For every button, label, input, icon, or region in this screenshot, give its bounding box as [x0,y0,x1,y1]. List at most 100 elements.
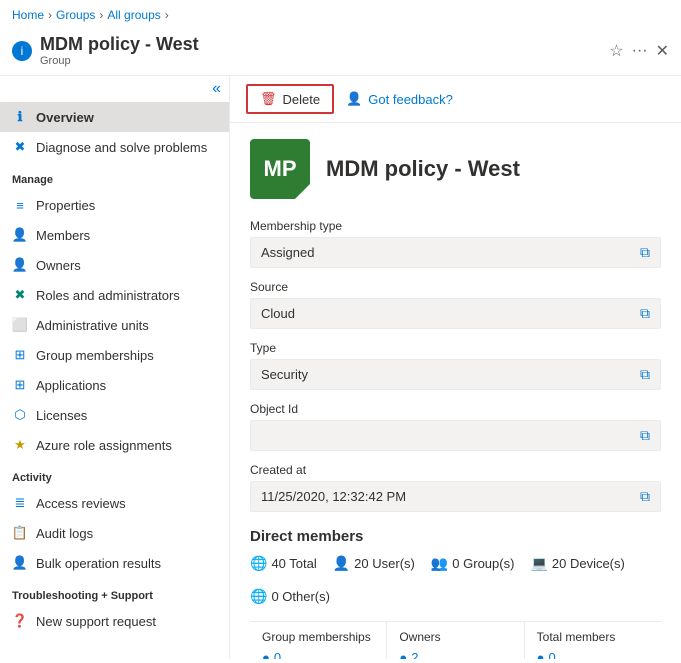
sidebar-item-overview[interactable]: ℹ Overview [0,102,229,132]
field-label-membership-type: Membership type [250,219,661,233]
feedback-button[interactable]: 👤 Got feedback? [346,91,453,107]
field-label-created-at: Created at [250,463,661,477]
licenses-icon: ⬡ [12,407,28,423]
others-stat-icon: 🌐 [250,588,267,605]
stat-total-label: 40 Total [271,556,316,571]
field-membership-type: Membership type Assigned ⧉ [250,219,661,268]
content-area: 🗑 Delete 👤 Got feedback? MP MDM policy -… [230,76,681,659]
entity-name: MDM policy - West [326,156,520,182]
summary-num-owners: 2 [411,650,418,659]
audit-logs-icon: 📋 [12,525,28,541]
stat-devices-label: 20 Device(s) [552,556,625,571]
sidebar-item-support[interactable]: ❓ New support request [0,606,229,636]
main-layout: « ℹ Overview ✖ Diagnose and solve proble… [0,76,681,659]
groups-stat-icon: 👥 [431,555,448,572]
members-stats: 🌐 40 Total 👤 20 User(s) 👥 0 Group(s) 💻 2… [250,555,661,605]
field-object-id: Object Id ⧉ [250,402,661,451]
feedback-label: Got feedback? [368,92,453,107]
admin-units-icon: ⬜ [12,317,28,333]
sidebar-label-admin-units: Administrative units [36,318,149,333]
sidebar-item-access-reviews[interactable]: ≣ Access reviews [0,488,229,518]
header-actions: ☆ ··· ✕ [609,41,669,61]
sidebar-label-licenses: Licenses [36,408,87,423]
sidebar-item-applications[interactable]: ⊞ Applications [0,370,229,400]
field-label-source: Source [250,280,661,294]
support-icon: ❓ [12,613,28,629]
properties-icon: ≡ [12,197,28,213]
content-body: MP MDM policy - West Membership type Ass… [230,123,681,659]
sidebar-item-group-memberships[interactable]: ⊞ Group memberships [0,340,229,370]
sidebar-label-group-memberships: Group memberships [36,348,154,363]
breadcrumb-allgroups[interactable]: All groups [107,8,160,22]
field-value-box-type: Security ⧉ [250,359,661,390]
copy-type-icon[interactable]: ⧉ [640,366,650,383]
field-value-type: Security [261,367,640,382]
entity-header: MP MDM policy - West [250,139,661,199]
sidebar-item-licenses[interactable]: ⬡ Licenses [0,400,229,430]
summary-num-total-members: 0 [549,650,556,659]
field-value-created-at: 11/25/2020, 12:32:42 PM [261,489,640,504]
total-globe-icon: 🌐 [250,555,267,572]
sidebar-label-audit-logs: Audit logs [36,526,93,541]
field-value-source: Cloud [261,306,640,321]
field-value-membership-type: Assigned [261,245,640,260]
sidebar-label-properties: Properties [36,198,95,213]
summary-num-group-memberships: 0 [274,650,281,659]
sidebar-collapse-button[interactable]: « [0,76,229,102]
field-value-box-object-id: ⧉ [250,420,661,451]
applications-icon: ⊞ [12,377,28,393]
sidebar-item-diagnose[interactable]: ✖ Diagnose and solve problems [0,132,229,162]
roles-icon: ✖ [12,287,28,303]
summary-value-group-memberships[interactable]: ● 0 [262,650,374,659]
devices-stat-icon: 💻 [530,555,547,572]
feedback-icon: 👤 [346,91,362,107]
sidebar-item-admin-units[interactable]: ⬜ Administrative units [0,310,229,340]
sidebar-item-members[interactable]: 👤 Members [0,220,229,250]
more-icon[interactable]: ··· [632,42,648,60]
sidebar-item-bulk-operations[interactable]: 👤 Bulk operation results [0,548,229,578]
summary-dot-owners: ● [399,650,407,659]
header-title-group: MDM policy - West Group [40,34,601,67]
close-icon[interactable]: ✕ [656,41,669,61]
breadcrumb-home[interactable]: Home [12,8,44,22]
sidebar-label-support: New support request [36,614,156,629]
sidebar-item-audit-logs[interactable]: 📋 Audit logs [0,518,229,548]
field-value-box-created-at: 11/25/2020, 12:32:42 PM ⧉ [250,481,661,512]
breadcrumb-groups[interactable]: Groups [56,8,95,22]
field-label-type: Type [250,341,661,355]
summary-label-total-members: Total members [537,630,649,644]
azure-roles-icon: ★ [12,437,28,453]
pin-icon[interactable]: ☆ [609,41,623,61]
breadcrumb: Home › Groups › All groups › [0,0,681,30]
page-title: MDM policy - West [40,34,601,55]
stat-users-label: 20 User(s) [354,556,415,571]
stat-groups: 👥 0 Group(s) [431,555,515,572]
copy-object-id-icon[interactable]: ⧉ [640,427,650,444]
direct-members-title: Direct members [250,528,661,545]
sidebar-label-bulk-operations: Bulk operation results [36,556,161,571]
sidebar-item-owners[interactable]: 👤 Owners [0,250,229,280]
members-icon: 👤 [12,227,28,243]
summary-value-total-members[interactable]: ● 0 [537,650,649,659]
field-type: Type Security ⧉ [250,341,661,390]
copy-created-at-icon[interactable]: ⧉ [640,488,650,505]
copy-membership-type-icon[interactable]: ⧉ [640,244,650,261]
sidebar-label-azure-roles: Azure role assignments [36,438,172,453]
sidebar-item-roles[interactable]: ✖ Roles and administrators [0,280,229,310]
delete-button[interactable]: 🗑 Delete [246,84,334,114]
sidebar-item-azure-roles[interactable]: ★ Azure role assignments [0,430,229,460]
page-subtitle: Group [40,55,601,67]
copy-source-icon[interactable]: ⧉ [640,305,650,322]
owners-icon: 👤 [12,257,28,273]
sidebar-label-roles: Roles and administrators [36,288,180,303]
sidebar: « ℹ Overview ✖ Diagnose and solve proble… [0,76,230,659]
access-reviews-icon: ≣ [12,495,28,511]
delete-label: Delete [283,92,321,107]
header-info-icon: i [12,41,32,61]
summary-table: Group memberships ● 0 Owners ● 2 Total m… [250,621,661,659]
sidebar-label-diagnose: Diagnose and solve problems [36,140,207,155]
manage-section-label: Manage [0,162,229,190]
activity-section-label: Activity [0,460,229,488]
sidebar-item-properties[interactable]: ≡ Properties [0,190,229,220]
summary-value-owners[interactable]: ● 2 [399,650,511,659]
